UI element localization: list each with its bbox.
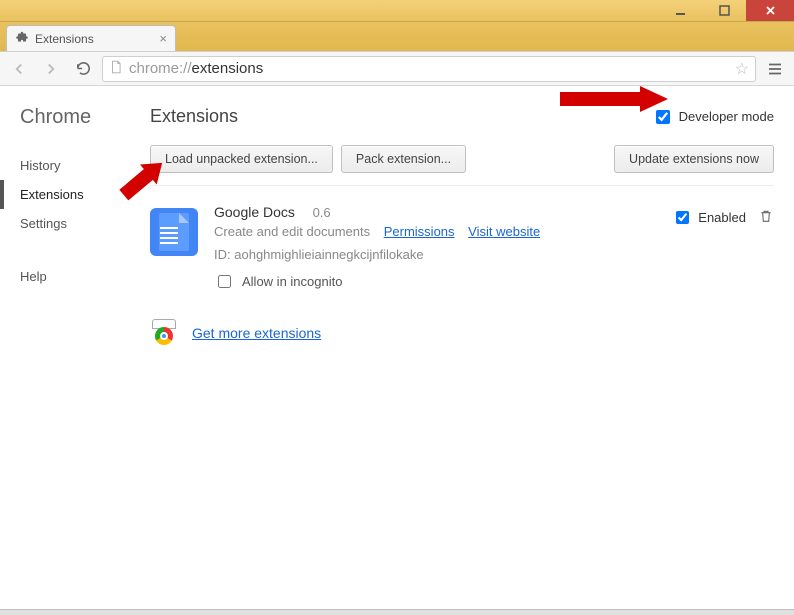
back-button[interactable] <box>6 56 32 82</box>
window-minimize-button[interactable] <box>658 0 702 21</box>
enabled-toggle[interactable]: Enabled <box>672 208 746 227</box>
forward-button[interactable] <box>38 56 64 82</box>
pack-extension-button[interactable]: Pack extension... <box>341 145 466 173</box>
update-extensions-button[interactable]: Update extensions now <box>614 145 774 173</box>
sidebar-item-help[interactable]: Help <box>20 262 150 291</box>
sidebar-item-history[interactable]: History <box>20 151 150 180</box>
browser-toolbar: chrome://extensions ☆ <box>0 52 794 86</box>
developer-mode-label: Developer mode <box>679 109 774 124</box>
tab-strip: Extensions × <box>0 22 794 52</box>
extension-id-label: ID: <box>214 247 231 262</box>
visit-website-link[interactable]: Visit website <box>468 224 540 239</box>
extension-icon <box>150 208 198 256</box>
page-heading: Extensions <box>150 106 238 127</box>
brand-title: Chrome <box>20 106 150 129</box>
puzzle-icon <box>15 30 29 47</box>
developer-mode-toggle[interactable]: Developer mode <box>652 107 774 127</box>
trash-icon[interactable] <box>758 208 774 227</box>
extension-name: Google Docs <box>214 204 295 220</box>
extension-version: 0.6 <box>313 205 331 220</box>
main-panel: Extensions Developer mode Load unpacked … <box>150 86 794 615</box>
chrome-web-store-icon <box>150 319 178 347</box>
permissions-link[interactable]: Permissions <box>384 224 455 239</box>
url-scheme: chrome:// <box>129 60 192 77</box>
get-more-extensions-link[interactable]: Get more extensions <box>192 325 321 341</box>
browser-tab[interactable]: Extensions × <box>6 25 176 51</box>
reload-button[interactable] <box>70 56 96 82</box>
tab-title: Extensions <box>35 32 94 46</box>
sidebar: Chrome History Extensions Settings Help <box>0 86 150 615</box>
bookmark-star-icon[interactable]: ☆ <box>735 59 749 79</box>
developer-mode-checkbox[interactable] <box>656 110 670 124</box>
tab-close-icon[interactable]: × <box>159 31 167 46</box>
enabled-checkbox[interactable] <box>676 211 689 224</box>
enabled-label: Enabled <box>698 210 746 225</box>
chrome-menu-button[interactable] <box>762 56 788 82</box>
url-path: extensions <box>192 60 264 77</box>
sidebar-item-settings[interactable]: Settings <box>20 209 150 238</box>
action-row: Load unpacked extension... Pack extensio… <box>150 135 774 186</box>
sidebar-item-extensions[interactable]: Extensions <box>0 180 150 209</box>
load-unpacked-button[interactable]: Load unpacked extension... <box>150 145 333 173</box>
extension-description: Create and edit documents <box>214 224 370 239</box>
window-bottom-border <box>0 609 794 615</box>
window-maximize-button[interactable] <box>702 0 746 21</box>
page-content: Chrome History Extensions Settings Help … <box>0 86 794 615</box>
allow-incognito-label: Allow in incognito <box>242 274 342 289</box>
url-text: chrome://extensions <box>129 60 263 77</box>
window-close-button[interactable] <box>746 0 794 21</box>
page-icon <box>109 60 123 77</box>
extension-row: Google Docs 0.6 Create and edit document… <box>150 186 774 301</box>
get-more-extensions-row: Get more extensions <box>150 319 774 351</box>
allow-incognito-checkbox[interactable] <box>218 275 231 288</box>
extension-id-value: aohghmighlieiainnegkcijnfilokake <box>234 247 423 262</box>
address-bar[interactable]: chrome://extensions ☆ <box>102 56 756 82</box>
window-titlebar <box>0 0 794 22</box>
allow-incognito-toggle[interactable]: Allow in incognito <box>214 272 656 291</box>
